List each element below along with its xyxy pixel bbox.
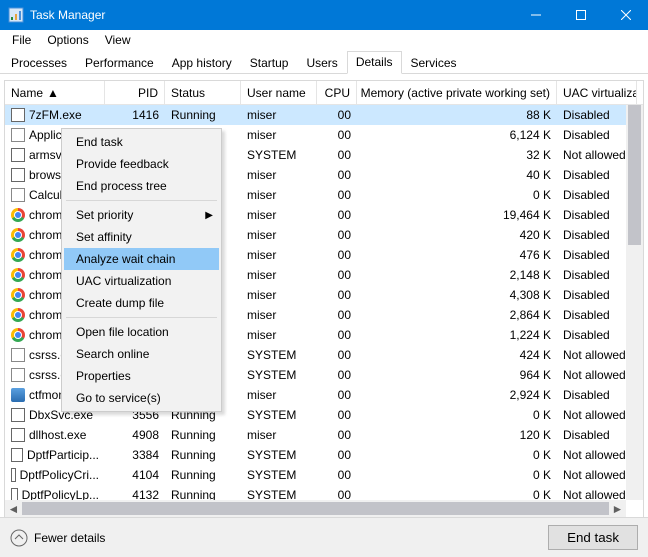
col-cpu[interactable]: CPU <box>317 81 357 104</box>
window-title: Task Manager <box>30 8 513 22</box>
context-menu-item[interactable]: Properties <box>64 365 219 387</box>
context-menu-item[interactable]: Set affinity <box>64 226 219 248</box>
col-memory[interactable]: Memory (active private working set) <box>357 81 557 104</box>
context-menu-item[interactable]: End task <box>64 131 219 153</box>
horizontal-scrollbar[interactable]: ◄ ► <box>5 500 626 517</box>
vertical-scrollbar[interactable] <box>626 105 643 500</box>
scroll-right-icon[interactable]: ► <box>609 500 626 517</box>
tabbar: ProcessesPerformanceApp historyStartupUs… <box>0 50 648 74</box>
scrollbar-thumb[interactable] <box>22 502 609 515</box>
menubar: File Options View <box>0 30 648 50</box>
tab-users[interactable]: Users <box>297 52 346 74</box>
sort-asc-icon: ▲ <box>47 86 59 100</box>
context-menu-item[interactable]: UAC virtualization <box>64 270 219 292</box>
process-icon <box>11 328 25 342</box>
table-row[interactable]: DptfParticip...3384RunningSYSTEM000 KNot… <box>5 445 643 465</box>
maximize-button[interactable] <box>558 0 603 30</box>
context-menu-item[interactable]: Create dump file <box>64 292 219 314</box>
process-icon <box>11 128 25 142</box>
col-uac[interactable]: UAC virtualizat <box>557 81 637 104</box>
scrollbar-thumb[interactable] <box>628 105 641 245</box>
process-icon <box>11 428 25 442</box>
context-menu-item[interactable]: Analyze wait chain <box>64 248 219 270</box>
chevron-up-icon <box>10 529 28 547</box>
context-menu-separator <box>66 317 217 318</box>
table-row[interactable]: DptfPolicyCri...4104RunningSYSTEM000 KNo… <box>5 465 643 485</box>
tab-processes[interactable]: Processes <box>2 52 76 74</box>
context-menu-item[interactable]: Search online <box>64 343 219 365</box>
titlebar[interactable]: Task Manager <box>0 0 648 30</box>
menu-file[interactable]: File <box>4 32 39 48</box>
col-pid[interactable]: PID <box>105 81 165 104</box>
column-headers: Name▲ PID Status User name CPU Memory (a… <box>5 81 643 105</box>
tab-performance[interactable]: Performance <box>76 52 163 74</box>
process-icon <box>11 368 25 382</box>
process-icon <box>11 288 25 302</box>
menu-options[interactable]: Options <box>39 32 96 48</box>
process-icon <box>11 228 25 242</box>
process-icon <box>11 148 25 162</box>
footer: Fewer details End task <box>0 517 648 557</box>
tab-services[interactable]: Services <box>402 52 466 74</box>
process-icon <box>11 168 25 182</box>
menu-view[interactable]: View <box>97 32 139 48</box>
process-icon <box>11 388 25 402</box>
chevron-right-icon: ▶ <box>205 210 213 221</box>
table-row[interactable]: 7zFM.exe1416Runningmiser0088 KDisabled <box>5 105 643 125</box>
app-icon <box>8 7 24 23</box>
process-icon <box>11 188 25 202</box>
context-menu-separator <box>66 200 217 201</box>
context-menu-item[interactable]: Open file location <box>64 321 219 343</box>
context-menu-item[interactable]: Go to service(s) <box>64 387 219 409</box>
process-icon <box>11 208 25 222</box>
process-icon <box>11 348 25 362</box>
context-menu: End taskProvide feedbackEnd process tree… <box>61 128 222 412</box>
col-status[interactable]: Status <box>165 81 241 104</box>
tab-app-history[interactable]: App history <box>163 52 241 74</box>
tab-details[interactable]: Details <box>347 51 402 74</box>
context-menu-item[interactable]: Provide feedback <box>64 153 219 175</box>
minimize-button[interactable] <box>513 0 558 30</box>
context-menu-item[interactable]: Set priority▶ <box>64 204 219 226</box>
context-menu-item[interactable]: End process tree <box>64 175 219 197</box>
close-button[interactable] <box>603 0 648 30</box>
process-icon <box>11 308 25 322</box>
col-user[interactable]: User name <box>241 81 317 104</box>
process-icon <box>11 248 25 262</box>
col-name[interactable]: Name▲ <box>5 81 105 104</box>
table-row[interactable]: dllhost.exe4908Runningmiser00120 KDisabl… <box>5 425 643 445</box>
fewer-details-button[interactable]: Fewer details <box>10 529 105 547</box>
process-icon <box>11 108 25 122</box>
process-icon <box>11 448 23 462</box>
process-icon <box>11 268 25 282</box>
process-icon <box>11 468 16 482</box>
process-icon <box>11 408 25 422</box>
end-task-button[interactable]: End task <box>548 525 638 550</box>
scroll-left-icon[interactable]: ◄ <box>5 500 22 517</box>
tab-startup[interactable]: Startup <box>241 52 298 74</box>
